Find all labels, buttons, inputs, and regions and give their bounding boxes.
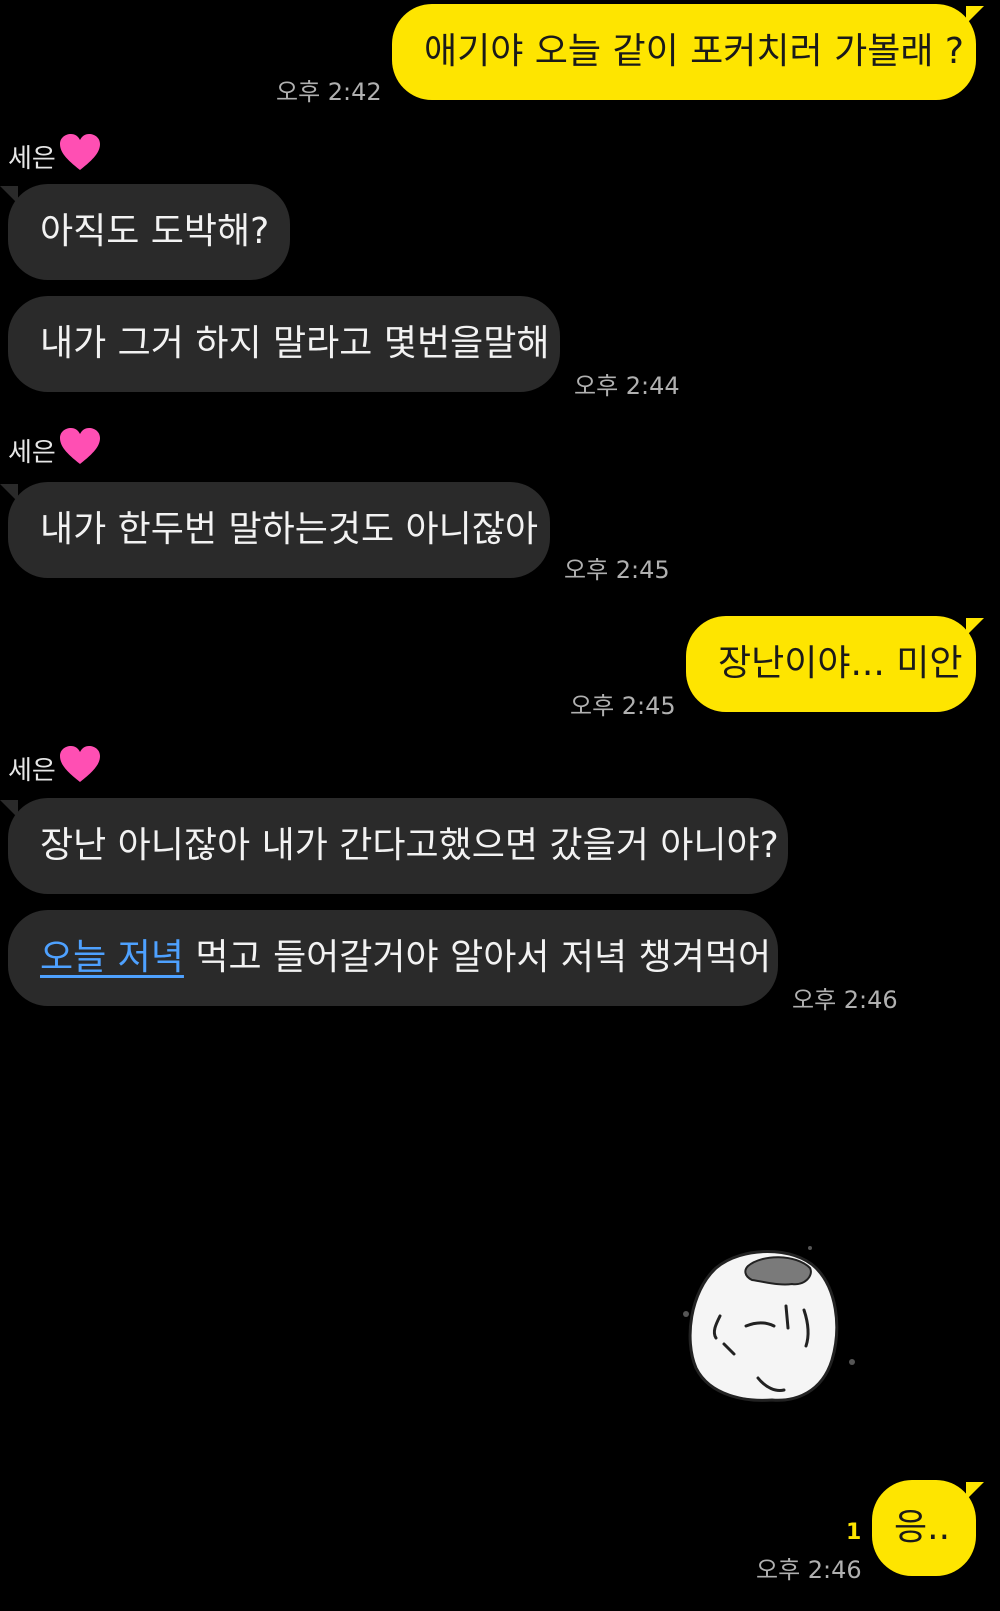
their-message-bubble[interactable]: 장난 아니잖아 내가 간다고했으면 갔을거 아니야? xyxy=(8,798,788,894)
message-text: 장난 아니잖아 내가 간다고했으면 갔을거 아니야? xyxy=(40,825,779,866)
pink-heart-icon xyxy=(59,428,100,473)
my-message-bubble[interactable]: 응.. xyxy=(872,1480,976,1576)
message-text: 아직도 도박해? xyxy=(40,211,270,252)
sad-rice-ball-sticker[interactable] xyxy=(676,1242,856,1412)
message-time: 오후 2:42 xyxy=(276,78,382,106)
my-message-bubble[interactable]: 장난이야... 미안 xyxy=(686,616,976,712)
their-message-bubble[interactable]: 오늘 저녁 먹고 들어갈거야 알아서 저녁 챙겨먹어 xyxy=(8,910,778,1006)
message-time: 오후 2:46 xyxy=(756,1556,862,1584)
sender-name-row: 세은 xyxy=(8,746,100,791)
message-text: 장난이야... 미안 xyxy=(718,643,963,684)
pink-heart-icon xyxy=(59,134,100,179)
message-time: 오후 2:45 xyxy=(570,692,676,720)
message-time: 오후 2:44 xyxy=(574,372,680,400)
unread-count: 1 xyxy=(846,1520,862,1545)
their-message-bubble[interactable]: 내가 한두번 말하는것도 아니잖아 xyxy=(8,482,550,578)
their-message-bubble[interactable]: 아직도 도박해? xyxy=(8,184,290,280)
message-text: 내가 그거 하지 말라고 몇번을말해 xyxy=(40,323,550,364)
pink-heart-icon xyxy=(59,746,100,791)
message-rest-text: 먹고 들어갈거야 알아서 저녁 챙겨먹어 xyxy=(183,937,772,978)
message-text: 응.. xyxy=(894,1507,951,1548)
sender-name-row: 세은 xyxy=(8,134,100,179)
date-link[interactable]: 오늘 저녁 xyxy=(40,937,184,978)
sender-name: 세은 xyxy=(8,144,56,174)
bubble-tail xyxy=(966,618,984,636)
sender-name: 세은 xyxy=(8,438,56,468)
my-message-bubble[interactable]: 애기야 오늘 같이 포커치러 가볼래 ? xyxy=(392,4,976,100)
message-text: 오늘 저녁 먹고 들어갈거야 알아서 저녁 챙겨먹어 xyxy=(40,940,771,976)
sticker-icon xyxy=(683,1246,855,1402)
message-time: 오후 2:45 xyxy=(564,556,670,584)
sender-name: 세은 xyxy=(8,756,56,786)
bubble-tail xyxy=(966,1482,984,1500)
their-message-bubble[interactable]: 내가 그거 하지 말라고 몇번을말해 xyxy=(8,296,560,392)
message-time: 오후 2:46 xyxy=(792,986,898,1014)
message-text: 내가 한두번 말하는것도 아니잖아 xyxy=(40,509,539,550)
sender-name-row: 세은 xyxy=(8,428,100,473)
bubble-tail xyxy=(966,6,984,24)
message-text: 애기야 오늘 같이 포커치러 가볼래 ? xyxy=(424,31,965,72)
